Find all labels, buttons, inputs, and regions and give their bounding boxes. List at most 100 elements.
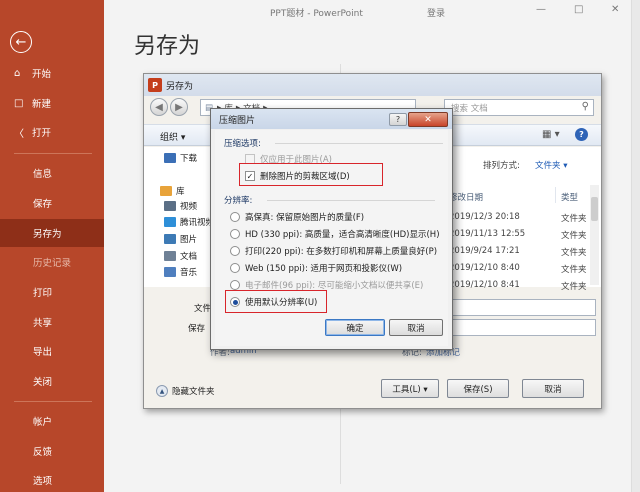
back-arrow-icon[interactable]: ← [10, 31, 32, 53]
resolution-option-hd[interactable]: HD (330 ppi): 高质量，适合高清晰度(HD)显示(H) [230, 228, 440, 240]
column-header-type[interactable]: 类型 [561, 191, 578, 203]
sidebar-item-home[interactable]: ⌂ 开始 [0, 59, 104, 87]
restore-icon[interactable]: □ [574, 4, 583, 15]
close-button[interactable]: ✕ [408, 112, 448, 127]
file-date: 2019/12/10 8:41 [449, 280, 520, 290]
column-header-date[interactable]: 修改日期 [449, 191, 483, 203]
radio-label: HD (330 ppi): 高质量，适合高清晰度(HD)显示(H) [245, 230, 440, 240]
sidebar-item-label: 共享 [33, 318, 53, 329]
save-type-select[interactable] [452, 319, 596, 336]
nav-item-label: 库 [176, 187, 185, 197]
view-options-icon[interactable]: ▦ ▾ [542, 129, 560, 140]
sidebar-item-feedback[interactable]: 反馈 [0, 437, 104, 465]
group-rule [267, 200, 435, 201]
radio-label: Web (150 ppi): 适用于网页和投影仪(W) [245, 264, 403, 274]
sidebar-item-label: 另存为 [33, 229, 62, 240]
nav-item-downloads[interactable]: 下载 [164, 151, 197, 165]
nav-item-libraries[interactable]: 库 [160, 184, 185, 198]
search-icon: ⚲ [581, 101, 589, 112]
sidebar-item-account[interactable]: 帐户 [0, 407, 104, 435]
backstage-sidebar: ← ⌂ 开始 □ 新建 〈 打开 信息 保存 另存为 历史记录 打印 共享 导出… [0, 0, 104, 492]
file-date: 2019/9/24 17:21 [449, 246, 520, 256]
sidebar-item-label: 导出 [33, 347, 53, 358]
sidebar-divider [14, 153, 92, 154]
pictures-icon [164, 234, 176, 244]
radio-button [230, 263, 240, 273]
documents-icon [164, 251, 176, 261]
sidebar-item-label: 关闭 [33, 377, 53, 388]
tools-button[interactable]: 工具(L) ▾ [381, 379, 439, 398]
group-label-options: 压缩选项: [224, 139, 261, 149]
ok-button[interactable]: 确定 [325, 319, 385, 336]
minimize-icon[interactable]: — [536, 4, 546, 15]
compress-pictures-dialog: 压缩图片 ? ✕ 压缩选项: 仅应用于此图片(A) ✓ 删除图片的剪裁区域(D)… [210, 108, 453, 350]
organize-button[interactable]: 组织 ▾ [160, 130, 185, 143]
cancel-button[interactable]: 取消 [389, 319, 443, 336]
filename-input[interactable] [452, 299, 596, 316]
radio-button [230, 280, 240, 290]
help-icon[interactable]: ? [575, 128, 588, 141]
sort-label: 排列方式: [483, 161, 520, 171]
open-folder-icon: 〈 [14, 128, 24, 140]
file-type: 文件夹 [561, 282, 587, 292]
sidebar-item-new[interactable]: □ 新建 [0, 89, 104, 117]
nav-item-label: 文档 [180, 252, 198, 262]
back-icon[interactable]: ◀ [150, 98, 168, 116]
downloads-folder-icon [164, 153, 176, 163]
library-icon [160, 186, 172, 196]
sidebar-item-history[interactable]: 历史记录 [0, 248, 104, 276]
sidebar-item-options[interactable]: 选项 [0, 466, 104, 492]
sidebar-item-save-as[interactable]: 另存为 [0, 219, 104, 247]
nav-item-tencent-video[interactable]: 腾讯视频 [164, 215, 214, 229]
resolution-option-high-fidelity[interactable]: 高保真: 保留原始图片的质量(F) [230, 211, 364, 223]
sidebar-item-print[interactable]: 打印 [0, 278, 104, 306]
sidebar-item-open[interactable]: 〈 打开 [0, 118, 104, 146]
sidebar-divider [14, 401, 92, 402]
search-placeholder: 搜索 文档 [451, 103, 488, 114]
nav-item-videos[interactable]: 视频 [164, 199, 197, 213]
highlight-frame [225, 290, 327, 313]
sidebar-item-label: 打印 [33, 288, 53, 299]
sidebar-item-label: 信息 [33, 169, 53, 180]
forward-icon[interactable]: ▶ [170, 98, 188, 116]
radio-button [230, 229, 240, 239]
close-icon[interactable]: ✕ [611, 4, 619, 15]
nav-item-music[interactable]: 音乐 [164, 265, 197, 279]
resolution-option-print[interactable]: 打印(220 ppi): 在多数打印机和屏幕上质量良好(P) [230, 245, 437, 257]
file-list-scrollbar[interactable] [590, 185, 599, 285]
resolution-option-web[interactable]: Web (150 ppi): 适用于网页和投影仪(W) [230, 262, 402, 274]
music-icon [164, 267, 176, 277]
sidebar-item-save[interactable]: 保存 [0, 189, 104, 217]
radio-label: 高保真: 保留原始图片的质量(F) [245, 213, 365, 223]
powerpoint-logo-icon: P [148, 78, 162, 92]
nav-item-documents[interactable]: 文档 [164, 249, 197, 263]
sidebar-item-label: 打开 [32, 128, 52, 139]
login-link[interactable]: 登录 [427, 6, 445, 19]
group-rule [275, 143, 443, 144]
file-date: 2019/12/3 20:18 [449, 212, 520, 222]
nav-item-label: 下载 [180, 154, 198, 164]
sidebar-item-info[interactable]: 信息 [0, 159, 104, 187]
sidebar-item-label: 历史记录 [33, 258, 72, 269]
help-button[interactable]: ? [389, 113, 407, 126]
nav-item-label: 音乐 [180, 268, 198, 278]
scrollbar-thumb[interactable] [591, 197, 598, 221]
dialog-title: 压缩图片 [219, 115, 256, 126]
tencent-video-icon [164, 217, 176, 227]
page-title: 另存为 [134, 34, 201, 59]
radio-button [230, 212, 240, 222]
search-input[interactable]: 搜索 文档 ⚲ [444, 99, 594, 116]
nav-item-pictures[interactable]: 图片 [164, 232, 197, 246]
cancel-button[interactable]: 取消 [522, 379, 584, 398]
sidebar-item-share[interactable]: 共享 [0, 308, 104, 336]
hide-folders-toggle[interactable]: ▲ 隐藏文件夹 [156, 385, 215, 397]
save-button[interactable]: 保存(S) [447, 379, 509, 398]
file-date: 2019/11/13 12:55 [449, 229, 526, 239]
sidebar-item-export[interactable]: 导出 [0, 337, 104, 365]
page-scrollbar[interactable] [631, 0, 640, 492]
sidebar-item-close[interactable]: 关闭 [0, 367, 104, 395]
compress-body: 压缩选项: 仅应用于此图片(A) ✓ 删除图片的剪裁区域(D) 分辨率: 高保真… [215, 130, 448, 346]
file-type: 文件夹 [561, 214, 587, 224]
radio-button [230, 246, 240, 256]
sort-dropdown[interactable]: 文件夹 ▾ [535, 159, 567, 171]
